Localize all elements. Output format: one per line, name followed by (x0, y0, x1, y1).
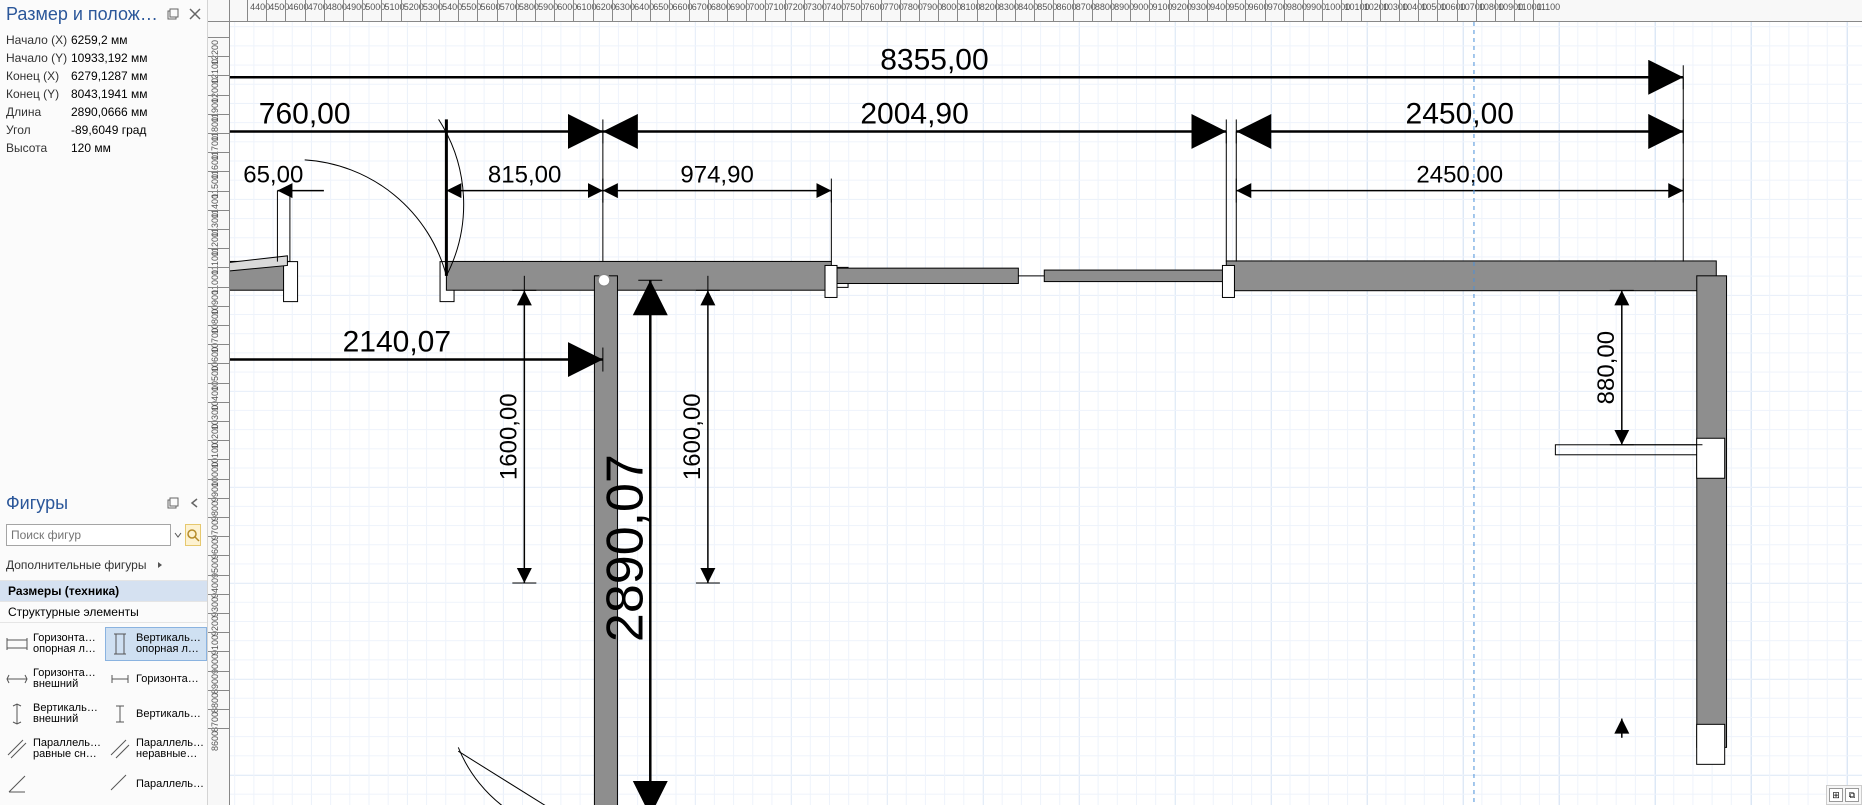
svg-text:974,90: 974,90 (680, 162, 753, 189)
shape-search-row (0, 520, 207, 550)
ruler-vertical[interactable]: 1220012100120001190011800117001160011500… (208, 22, 230, 805)
svg-text:2140,07: 2140,07 (343, 326, 451, 359)
drawing-svg[interactable]: 8355,00 760,00 2004,90 2450,00 65,00 815,00 97… (230, 22, 1862, 805)
shape-blank[interactable] (2, 767, 104, 801)
shape-vertical[interactable]: Вертикаль… (105, 697, 207, 731)
shape-horizontal-outer[interactable]: Горизонта…внешний (2, 662, 104, 696)
shapes-title: Фигуры (6, 493, 163, 514)
shape-search-input[interactable] (6, 524, 171, 546)
size-position-properties: Начало (X)6259,2 мм Начало (Y)10933,192 … (0, 31, 207, 157)
dim-horiz2-icon (108, 667, 132, 691)
prop-row-angle[interactable]: Угол-89,6049 град (0, 121, 207, 139)
dim-par-icon (108, 772, 132, 796)
prop-row-end-y[interactable]: Конец (Y)8043,1941 мм (0, 85, 207, 103)
size-position-panel-header: Размер и положен… (0, 0, 207, 31)
dim-horiz-out-icon (5, 667, 29, 691)
svg-text:2890,07: 2890,07 (596, 454, 654, 642)
drawing-viewport[interactable]: 8355,00 760,00 2004,90 2450,00 65,00 815,00 97… (230, 22, 1862, 805)
panel-collapse-icon[interactable] (185, 493, 201, 514)
canvas-corner-controls[interactable]: ⊞ ⧉ (1826, 785, 1862, 805)
svg-text:1600,00: 1600,00 (679, 393, 706, 480)
ruler-horizontal[interactable]: 4400450046004700480049005000510052005300… (230, 0, 1862, 22)
prop-row-start-x[interactable]: Начало (X)6259,2 мм (0, 31, 207, 49)
left-sidebar: Размер и положен… Начало (X)6259,2 мм На… (0, 0, 208, 805)
dim-ang-icon (5, 772, 29, 796)
panel-restore-icon[interactable] (163, 493, 179, 514)
size-position-title: Размер и положен… (6, 4, 163, 25)
prop-row-height[interactable]: Высота120 мм (0, 139, 207, 157)
svg-text:880,00: 880,00 (1593, 331, 1620, 404)
chevron-right-icon (156, 558, 164, 572)
corner-btn-2[interactable]: ⧉ (1845, 788, 1859, 802)
dim-vert-out-icon (5, 702, 29, 726)
shape-parallel-unequal[interactable]: Параллель…неравные… (105, 732, 207, 766)
search-icon[interactable] (185, 524, 201, 546)
svg-text:760,00: 760,00 (259, 97, 351, 130)
prop-row-length[interactable]: Длина2890,0666 мм (0, 103, 207, 121)
shape-horizontal[interactable]: Горизонта… (105, 662, 207, 696)
shape-grid: Горизонта…опорная л… Вертикаль…опорная л… (0, 623, 207, 805)
svg-text:2450,00: 2450,00 (1416, 162, 1503, 189)
panel-close-icon[interactable] (185, 4, 201, 25)
dim-horiz-icon (5, 632, 29, 656)
corner-btn-1[interactable]: ⊞ (1829, 788, 1843, 802)
svg-text:815,00: 815,00 (488, 162, 561, 189)
prop-row-start-y[interactable]: Начало (Y)10933,192 мм (0, 49, 207, 67)
prop-row-end-x[interactable]: Конец (X)6279,1287 мм (0, 67, 207, 85)
dim-vert2-icon (108, 702, 132, 726)
shape-categories: Размеры (техника) Структурные элементы (0, 580, 207, 623)
shape-parallel[interactable]: Параллель… (105, 767, 207, 801)
shape-parallel-equal[interactable]: Параллель…равные сн… (2, 732, 104, 766)
svg-text:8355,00: 8355,00 (880, 43, 988, 76)
shapes-panel-header: Фигуры (0, 489, 207, 520)
dim-par-eq-icon (5, 737, 29, 761)
svg-text:2450,00: 2450,00 (1406, 97, 1514, 130)
category-structural[interactable]: Структурные элементы (0, 601, 207, 623)
canvas-area[interactable]: 4400450046004700480049005000510052005300… (208, 0, 1862, 805)
search-dropdown-icon[interactable] (173, 524, 183, 546)
category-dimensions[interactable]: Размеры (техника) (0, 580, 207, 601)
shape-vertical-baseline[interactable]: Вертикаль…опорная л… (105, 627, 207, 661)
svg-text:2004,90: 2004,90 (860, 97, 968, 130)
svg-text:65,00: 65,00 (243, 162, 303, 189)
shape-vertical-outer[interactable]: Вертикаль…внешний (2, 697, 104, 731)
dim-vert-icon (108, 632, 132, 656)
panel-restore-icon[interactable] (163, 4, 179, 25)
svg-text:1600,00: 1600,00 (495, 393, 522, 480)
shape-horizontal-baseline[interactable]: Горизонта…опорная л… (2, 627, 104, 661)
more-shapes-link[interactable]: Дополнительные фигуры (0, 550, 207, 580)
dim-par-neq-icon (108, 737, 132, 761)
ruler-corner (208, 0, 230, 22)
